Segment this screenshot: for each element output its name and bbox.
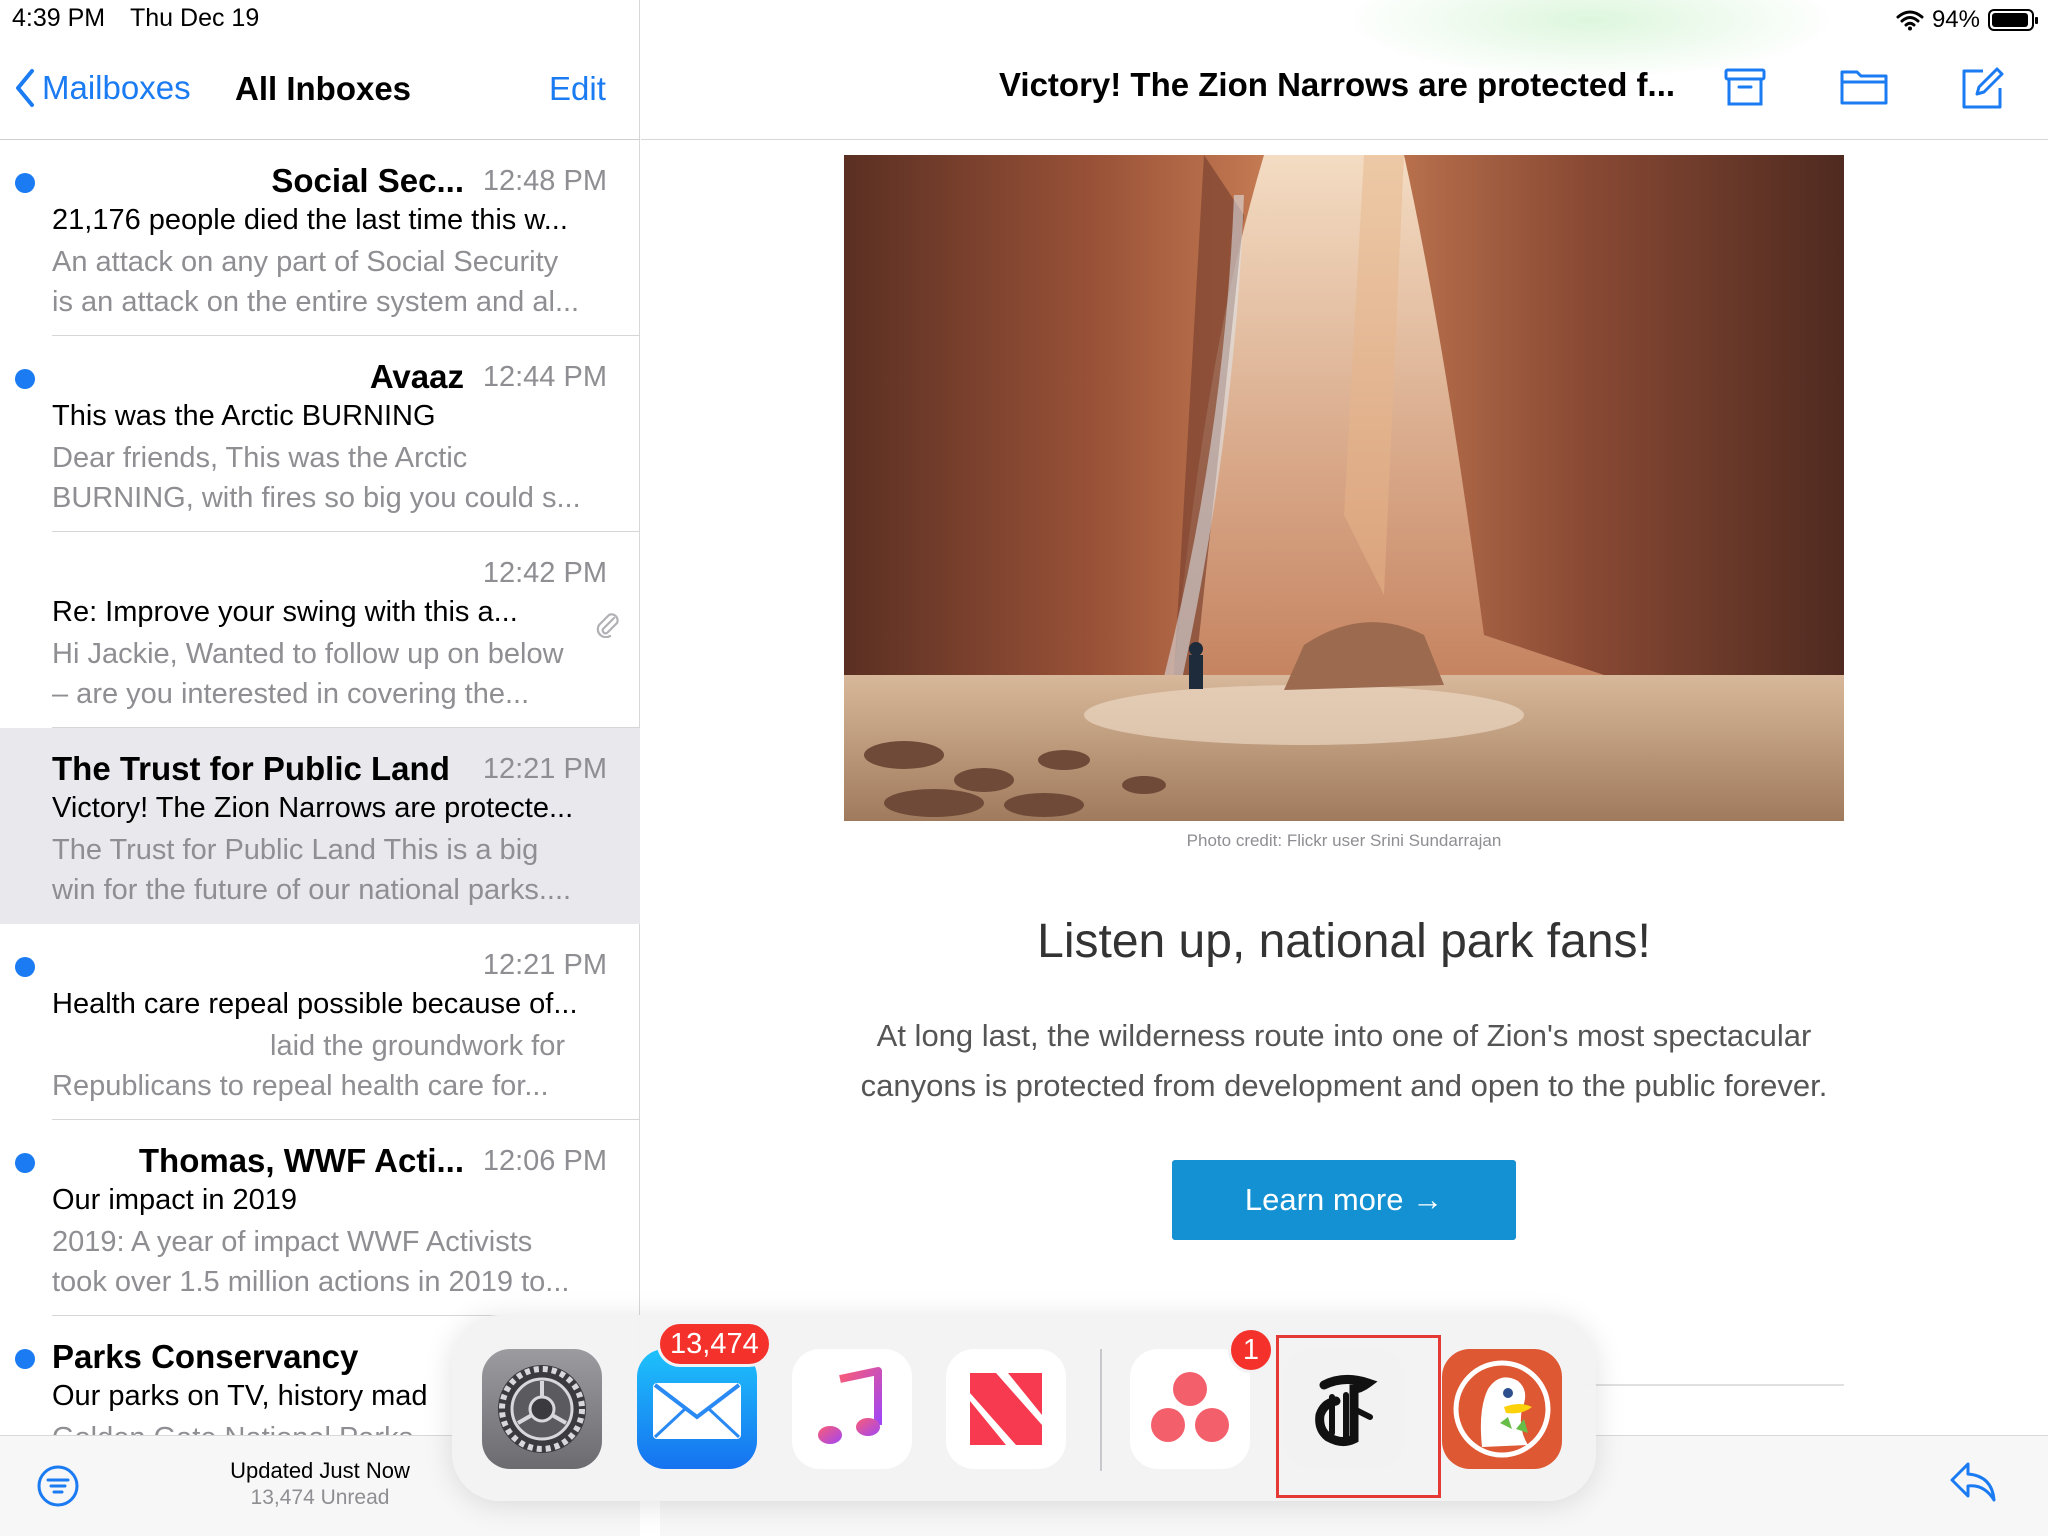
mail-preview-line: The Trust for Public Land This is a big: [52, 834, 539, 866]
mail-preview: Dear friends, This was the Arctic BURNIN…: [52, 438, 622, 518]
mail-time: 12:44 PM: [482, 361, 607, 393]
mail-app-icon[interactable]: [637, 1349, 757, 1469]
mail-sender: Parks Conservancy: [52, 1338, 359, 1375]
mail-subject: This was the Arctic BURNING: [52, 400, 436, 432]
mail-preview: Hi Jackie, Wanted to follow up on below …: [52, 634, 622, 714]
music-note-icon: [818, 1367, 882, 1444]
news-icon: [970, 1373, 1042, 1445]
email-content: Photo credit: Flickr user Srini Sundarra…: [660, 141, 2048, 1435]
compose-icon[interactable]: [1959, 66, 2005, 112]
archive-icon[interactable]: [1723, 66, 1767, 110]
edit-button[interactable]: Edit: [549, 70, 606, 108]
mail-time: 12:21 PM: [482, 753, 607, 785]
mail-row[interactable]: 12:42 PM Re: Improve your swing with thi…: [0, 532, 640, 728]
message-title: Victory! The Zion Narrows are protected …: [999, 66, 1676, 103]
mail-preview-line: Dear friends, This was the Arctic: [52, 442, 468, 474]
status-time: 4:39 PM: [12, 4, 106, 32]
email-body-text: At long last, the wilderness route into …: [794, 1011, 1894, 1111]
mail-subject: Victory! The Zion Narrows are protecte..…: [52, 792, 574, 824]
music-app-icon[interactable]: [792, 1349, 912, 1469]
duckduckgo-app-icon[interactable]: [1442, 1349, 1562, 1469]
mail-sender: Thomas, WWF Acti...: [138, 1142, 464, 1179]
unread-dot: [15, 957, 35, 977]
mail-subject: 21,176 people died the last time this w.…: [52, 204, 568, 236]
unread-dot: [15, 369, 35, 389]
mailboxes-label: Mailboxes: [42, 69, 191, 106]
mail-preview: The Trust for Public Land This is a big …: [52, 830, 622, 910]
mail-preview-line: is an attack on the entire system and al…: [52, 286, 580, 318]
folder-icon[interactable]: [1839, 66, 1889, 106]
mail-preview-line: laid the groundwork for: [270, 1030, 565, 1062]
message-header: Victory! The Zion Narrows are protected …: [641, 0, 2048, 140]
mail-preview-line: An attack on any part of Social Security: [52, 246, 559, 278]
email-headline: Listen up, national park fans!: [1037, 915, 1651, 968]
photo-credit: Photo credit: Flickr user Srini Sundarra…: [1186, 831, 1502, 850]
duck-icon: [1453, 1360, 1551, 1458]
gear-icon: [498, 1365, 586, 1453]
mail-preview-line: BURNING, with fires so big you could s..…: [52, 482, 581, 514]
reply-icon[interactable]: [1948, 1460, 1998, 1504]
envelope-icon: [653, 1383, 741, 1439]
mail-time: 12:21 PM: [482, 949, 607, 981]
unread-dot: [15, 1153, 35, 1173]
asana-app-icon[interactable]: [1130, 1349, 1250, 1469]
zion-narrows-photo: [844, 155, 1844, 821]
body-line: canyons is protected from development an…: [860, 1068, 1828, 1103]
settings-app-icon[interactable]: [482, 1349, 602, 1469]
mailboxes-back-button[interactable]: Mailboxes: [14, 68, 191, 108]
news-app-icon[interactable]: [946, 1349, 1066, 1469]
mail-time: 12:48 PM: [482, 165, 607, 197]
mail-row[interactable]: Avaaz 12:44 PM This was the Arctic BURNI…: [0, 336, 640, 532]
mail-preview-line: Republicans to repeal health care for...: [52, 1070, 549, 1102]
mail-preview-line: – are you interested in covering the...: [52, 678, 530, 710]
mail-preview-line: 2019: A year of impact WWF Activists: [52, 1226, 533, 1258]
mail-preview-line: Hi Jackie, Wanted to follow up on below: [52, 638, 564, 670]
battery-icon: [1988, 9, 2038, 31]
mail-time: 12:06 PM: [482, 1145, 607, 1177]
highlight-box: [1276, 1335, 1441, 1498]
dock-divider: [1100, 1349, 1102, 1471]
mail-subject: Our impact in 2019: [52, 1184, 298, 1216]
mailbox-pane: Mailboxes All Inboxes Edit Social Sec...…: [0, 0, 640, 1536]
asana-dots-icon: [1151, 1372, 1229, 1442]
learn-more-button[interactable]: Learn more →: [1172, 1160, 1516, 1240]
body-line: At long last, the wilderness route into …: [876, 1018, 1812, 1053]
mail-row[interactable]: Social Sec... 12:48 PM 21,176 people die…: [0, 140, 640, 336]
mail-subject: Re: Improve your swing with this a...: [52, 596, 518, 628]
mail-subject: Our parks on TV, history mad: [52, 1380, 428, 1412]
mail-sender: Social Sec...: [271, 162, 464, 199]
status-date: Thu Dec 19: [130, 4, 260, 32]
mail-sender: The Trust for Public Land: [52, 750, 450, 787]
mail-row[interactable]: Thomas, WWF Acti... 12:06 PM Our impact …: [0, 1120, 640, 1316]
mail-preview: laid the groundwork for Republicans to r…: [52, 1026, 622, 1106]
mail-badge: 13,474: [657, 1321, 772, 1367]
mail-preview-line: win for the future of our national parks…: [52, 874, 572, 906]
wifi-icon: [1896, 10, 1924, 31]
battery-percent: 94%: [1931, 6, 1980, 33]
unread-dot: [15, 173, 35, 193]
mailbox-title: All Inboxes: [235, 70, 412, 107]
asana-badge: 1: [1228, 1327, 1274, 1373]
status-right: 94%: [1896, 6, 2038, 34]
mail-row-selected[interactable]: The Trust for Public Land 12:21 PM Victo…: [0, 728, 640, 924]
mail-list[interactable]: Social Sec... 12:48 PM 21,176 people die…: [0, 140, 640, 1436]
mail-preview-line: took over 1.5 million actions in 2019 to…: [52, 1266, 570, 1298]
mail-subject: Health care repeal possible because of..…: [52, 988, 578, 1020]
chevron-left-icon: [16, 69, 34, 107]
mail-sender: Avaaz: [369, 358, 464, 395]
mail-time: 12:42 PM: [482, 557, 607, 589]
content-divider: [1584, 1384, 1844, 1386]
unread-dot: [15, 1349, 35, 1369]
mail-preview: An attack on any part of Social Security…: [52, 242, 622, 322]
mail-preview: 2019: A year of impact WWF Activists too…: [52, 1222, 622, 1302]
mail-row[interactable]: 12:21 PM Health care repeal possible bec…: [0, 924, 640, 1120]
